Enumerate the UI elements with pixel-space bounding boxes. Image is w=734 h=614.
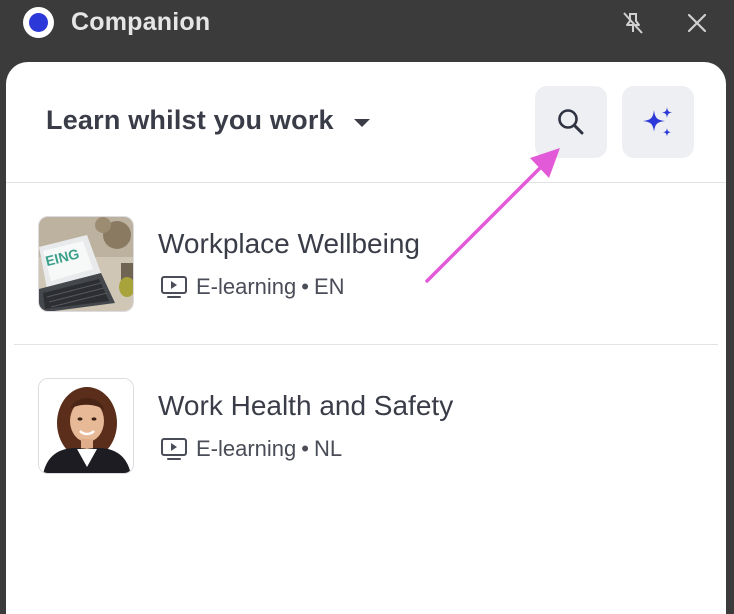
- window-title: Companion: [71, 8, 211, 36]
- learning-mode-dropdown[interactable]: Learn whilst you work: [46, 105, 370, 136]
- search-button[interactable]: [535, 86, 607, 158]
- panel-header: Learn whilst you work: [6, 62, 726, 183]
- unpin-button[interactable]: [618, 8, 648, 38]
- course-thumbnail: [38, 378, 134, 474]
- monitor-play-icon: [161, 438, 187, 460]
- dropdown-label: Learn whilst you work: [46, 105, 334, 135]
- title-bar: Companion: [0, 0, 734, 48]
- close-button[interactable]: [682, 8, 712, 38]
- course-list-item[interactable]: Work Health and Safety E-learning • NL: [6, 346, 726, 508]
- ai-assist-button[interactable]: [622, 86, 694, 158]
- course-meta: E-learning • NL: [160, 436, 342, 462]
- unpin-icon: [623, 12, 643, 34]
- caret-down-icon: [353, 118, 370, 127]
- meta-separator: •: [301, 274, 309, 299]
- close-icon: [687, 13, 707, 33]
- course-type: E-learning: [196, 274, 297, 299]
- course-type: E-learning: [196, 436, 297, 461]
- course-title: Work Health and Safety: [158, 390, 454, 421]
- companion-window: Companion Learn whilst you work EING Wor…: [0, 0, 734, 614]
- sparkles-icon: [643, 107, 672, 137]
- main-panel: Learn whilst you work EING Workplace Wel…: [6, 62, 726, 614]
- monitor-play-icon: [161, 276, 187, 298]
- search-icon: [558, 109, 584, 135]
- app-logo-icon: [23, 7, 54, 38]
- course-thumbnail: EING: [38, 216, 134, 312]
- list-divider: [14, 344, 718, 345]
- course-list-item[interactable]: EING Workplace Wellbeing E-learning • EN: [6, 184, 726, 346]
- course-language: EN: [313, 274, 345, 299]
- course-language: NL: [313, 436, 343, 461]
- course-title: Workplace Wellbeing: [158, 228, 420, 259]
- meta-separator: •: [301, 436, 309, 461]
- course-meta: E-learning • EN: [160, 274, 345, 300]
